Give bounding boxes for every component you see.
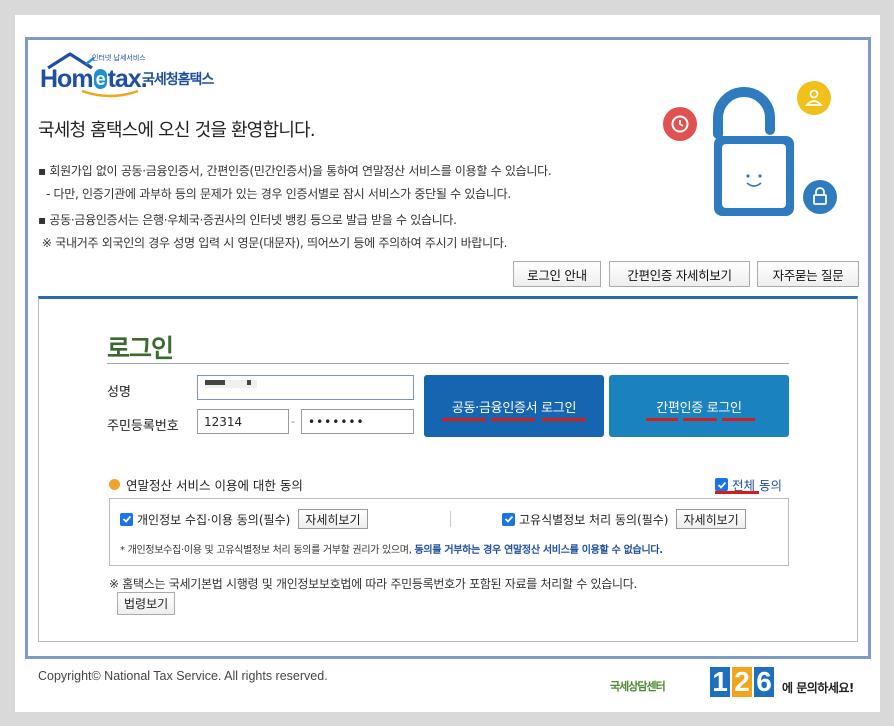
info-line-1: ▪ 회원가입 없이 공동·금융인증서, 간편인증(민간인증서)을 통하여 연말정… [38,164,552,178]
view-law-button[interactable]: 법령보기 [117,592,176,615]
logo-smile-icon [81,89,139,98]
page: 인터넷 납세서비스 Hom e tax. 국세청홈택스 국세청 홈택스에 오신 것을… [15,15,880,712]
welcome-heading: 국세청 홈택스에 오신 것을 환영합니다. [38,120,316,141]
simple-underline-1 [646,418,678,421]
callcenter-digit-1: 1 [710,666,730,697]
logo-name: 국세청홈택스 [142,72,214,88]
callcenter-banner: 국세상담센터 1 2 6 에 문의하세요! [610,666,860,701]
simple-underline-3 [722,418,755,421]
copyright-text: Copyright© National Tax Service. All rig… [38,669,328,683]
rrn-front-input[interactable]: 12314 [197,409,289,434]
login-title: 로그인 [107,334,174,363]
info-line-2: - 다만, 인증기관에 과부하 등의 문제가 있는 경우 인증서별로 잠시 서비… [46,187,511,201]
agreement-note: * 개인정보수집·이용 및 고유식별정보 처리 동의를 거부할 권리가 있으며,… [120,541,663,556]
cert-login-label: 공동·금융인증서 로그인 [451,400,577,416]
callcenter-label: 국세상담센터 [610,680,666,693]
clock-icon [663,107,697,141]
title-divider [107,363,789,364]
unique-id-agree-label: 고유식별정보 처리 동의(필수) [519,512,669,527]
law-note: ※ 홈택스는 국세기본법 시행령 및 개인정보보호법에 따라 주민등록번호가 포… [109,577,638,591]
callcenter-digit-3: 6 [754,666,774,697]
faq-button[interactable]: 자주묻는 질문 [757,261,859,287]
simple-login-button[interactable]: 간편인증 로그인 [609,375,789,437]
rrn-label: 주민등록번호 [107,419,179,434]
callcenter-number: 1 2 6 [710,666,776,697]
agreement-separator [450,511,451,527]
user-icon [797,81,831,115]
privacy-agree-label: 개인정보 수집·이용 동의(필수) [137,512,291,527]
rrn-separator: - [291,415,295,428]
logo-tagline: 인터넷 납세서비스 [92,54,146,62]
privacy-agree-checkbox[interactable] [120,512,133,526]
simple-login-label: 간편인증 로그인 [656,400,742,416]
agreement-heading: 연말정산 서비스 이용에 대한 동의 [109,475,303,494]
login-panel: 로그인 성명 주민등록번호 12314 - ••••••• 공동·금융인증서 로… [38,296,858,642]
name-label: 성명 [107,385,131,400]
simple-auth-detail-button[interactable]: 간편인증 자세히보기 [609,261,750,287]
hometax-logo[interactable]: 인터넷 납세서비스 Hom e tax. 국세청홈택스 [40,51,240,98]
unique-id-detail-button[interactable]: 자세히보기 [676,509,746,529]
padlock-icon [713,87,794,216]
small-lock-icon [803,180,837,214]
all-agree-checkbox[interactable]: 전체 동의 [715,475,782,494]
callcenter-digit-2: 2 [732,666,752,697]
security-illustration [663,81,837,216]
agreement-note-text: * 개인정보수집·이용 및 고유식별정보 처리 동의를 거부할 권리가 있으며, [120,545,412,556]
login-guide-button[interactable]: 로그인 안내 [513,261,601,287]
agreement-title: 연말정산 서비스 이용에 대한 동의 [126,478,303,493]
name-input-mask [205,380,257,388]
agreement-box: 개인정보 수집·이용 동의(필수) 자세히보기 고유식별정보 처리 동의(필수)… [109,498,789,566]
bullet-dot-icon [109,479,120,490]
info-line-3: ▪ 공동·금융인증서는 은행·우체국·증권사의 인터넷 뱅킹 등으로 발급 받을… [38,213,457,227]
privacy-agree-item: 개인정보 수집·이용 동의(필수) 자세히보기 [120,509,368,529]
cert-underline-1 [442,418,486,421]
cert-underline-2 [491,418,535,421]
privacy-detail-button[interactable]: 자세히보기 [298,509,368,529]
login-frame: 인터넷 납세서비스 Hom e tax. 국세청홈택스 국세청 홈택스에 오신 것을… [25,37,871,659]
agreement-note-warning: 동의를 거부하는 경우 연말정산 서비스를 이용할 수 없습니다. [414,545,663,556]
unique-id-agree-checkbox[interactable] [502,512,515,526]
rrn-back-input[interactable]: ••••••• [301,409,414,434]
all-agree-underline [715,491,759,494]
callcenter-suffix: 에 문의하세요! [782,681,854,695]
cert-underline-3 [542,418,586,421]
simple-underline-2 [683,418,717,421]
unique-id-agree-item: 고유식별정보 처리 동의(필수) 자세히보기 [502,509,746,529]
info-line-4: ※ 국내거주 외국인의 경우 성명 입력 시 영문(대문자), 띄어쓰기 등에 … [42,236,508,250]
cert-login-button[interactable]: 공동·금융인증서 로그인 [424,375,604,437]
check-icon [715,478,728,491]
